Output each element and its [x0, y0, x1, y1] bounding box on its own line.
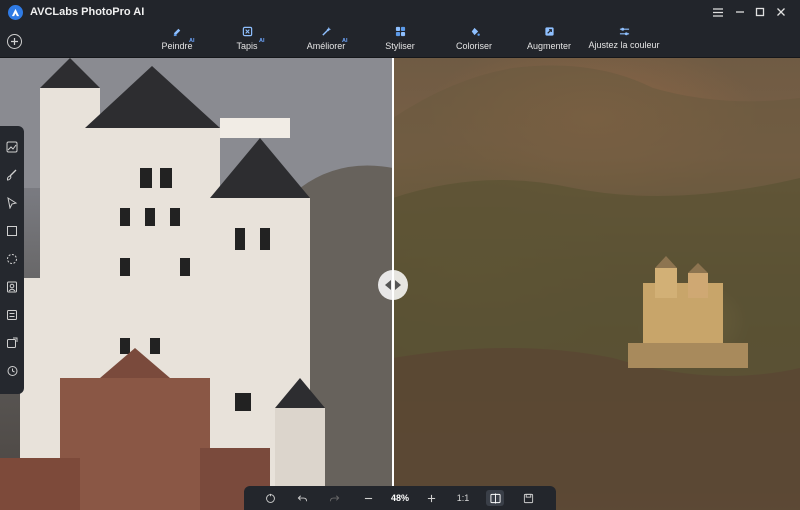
ai-badge: AI	[189, 38, 195, 44]
rectangle-select-icon[interactable]	[6, 225, 18, 237]
tab-ameliorer[interactable]: Améliorer AI	[288, 26, 364, 54]
actual-size-button[interactable]: 1:1	[455, 492, 471, 504]
enhance-icon	[321, 26, 331, 36]
title-bar: AVCLabs PhotoPro AI Peindre AI Tapis AI …	[0, 0, 800, 58]
image-icon[interactable]	[6, 141, 18, 153]
reset-icon[interactable]	[264, 492, 276, 504]
zoom-in-icon[interactable]	[425, 492, 437, 504]
menu-icon[interactable]	[712, 6, 724, 18]
tab-label: Peindre	[161, 41, 193, 51]
ai-badge: AI	[259, 38, 265, 44]
tab-coloriser[interactable]: Coloriser	[436, 26, 512, 54]
image-canvas[interactable]	[0, 58, 800, 510]
paint-icon	[173, 28, 180, 37]
tab-label: Améliorer	[306, 41, 346, 51]
ai-badge: AI	[342, 38, 348, 44]
zoom-out-icon[interactable]	[362, 492, 374, 504]
split-handle[interactable]	[378, 270, 408, 300]
portrait-icon[interactable]	[6, 281, 18, 293]
original-image	[393, 58, 800, 510]
template-icon[interactable]	[6, 309, 18, 321]
tab-ajustez-la-couleur[interactable]: Ajustez la couleur	[586, 26, 662, 57]
undo-icon[interactable]	[296, 492, 308, 504]
landscape-illustration	[393, 65, 800, 510]
colorize-icon	[471, 27, 480, 36]
app-title: AVCLabs PhotoPro AI	[30, 6, 145, 18]
brush-icon[interactable]	[6, 169, 18, 181]
maximize-icon[interactable]	[754, 6, 766, 18]
minimize-icon[interactable]	[734, 6, 746, 18]
tab-tapis[interactable]: Tapis AI	[209, 26, 285, 54]
redo-icon[interactable]	[328, 492, 340, 504]
tab-label: Tapis	[236, 41, 258, 51]
tab-label: Ajustez la couleur	[588, 40, 660, 50]
adjust-color-icon	[619, 27, 629, 36]
tab-label: Styliser	[385, 41, 415, 51]
history-icon[interactable]	[6, 365, 18, 377]
photo-edit-icon[interactable]	[6, 337, 18, 349]
save-icon[interactable]	[522, 492, 534, 504]
split-arrows-icon	[385, 280, 401, 290]
tab-styliser[interactable]: Styliser	[362, 26, 438, 54]
upscale-icon	[544, 27, 554, 36]
pointer-icon[interactable]	[6, 197, 18, 209]
view-toolbar: 48% 1:1	[244, 486, 556, 510]
zoom-level: 48%	[390, 493, 409, 503]
castle-illustration	[0, 58, 393, 510]
processed-image	[0, 58, 393, 510]
stylize-icon	[395, 26, 405, 37]
lasso-icon[interactable]	[6, 253, 18, 265]
close-icon[interactable]	[775, 6, 787, 18]
compare-view-icon[interactable]	[486, 490, 504, 506]
tab-peindre[interactable]: Peindre AI	[139, 26, 215, 54]
add-image-button[interactable]	[7, 34, 22, 49]
tool-rail	[0, 126, 24, 394]
rug-icon	[242, 26, 252, 37]
tab-label: Coloriser	[455, 41, 492, 51]
app-logo-icon	[8, 5, 23, 20]
tab-augmenter[interactable]: Augmenter	[511, 26, 587, 54]
tab-label: Augmenter	[526, 41, 572, 51]
